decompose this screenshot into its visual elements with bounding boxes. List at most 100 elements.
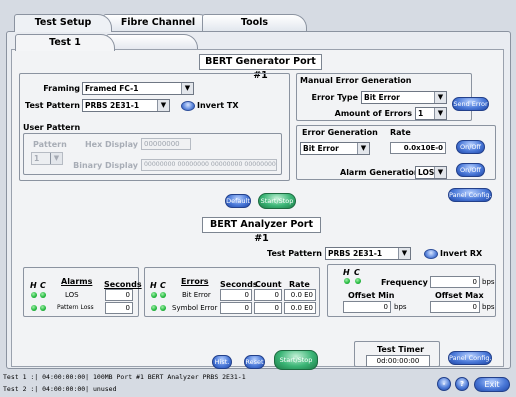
error-type-value: Bit Error	[364, 93, 400, 102]
alarm-row-label: LOS	[65, 291, 79, 299]
alarm-row-label: Pattern Loss	[57, 304, 94, 311]
invert-rx-toggle-icon[interactable]	[424, 249, 438, 259]
alarms-title: Alarms	[61, 277, 93, 286]
test-pattern-label: Test Pattern	[25, 101, 80, 110]
analyzer-panel-config-button[interactable]: Panel Config.	[448, 351, 492, 365]
tab-label: Tools	[240, 17, 269, 28]
hist-button[interactable]: Hist.	[212, 355, 232, 369]
symbol-error-seconds-field: 0	[220, 302, 252, 314]
tx-pattern-select[interactable]: PRBS 2E31-1 ▼	[82, 99, 170, 112]
tab-test-setup[interactable]: Test Setup	[14, 14, 112, 32]
generator-panel-config-button[interactable]: Panel Config.	[448, 188, 492, 202]
chevron-down-icon: ▼	[157, 100, 169, 111]
rate-title: Rate	[390, 128, 411, 137]
hex-display-label: Hex Display	[84, 140, 138, 149]
bit-error-rate-field: 0.0 E0	[284, 289, 316, 301]
errors-seconds-title: Seconds	[220, 280, 258, 289]
alarms-c-label: C	[40, 281, 46, 290]
tab-label: Test Setup	[34, 17, 92, 28]
amount-of-errors-label: Amount of Errors	[334, 109, 412, 118]
los-current-led	[40, 292, 46, 298]
error-gen-type-value: Bit Error	[303, 144, 339, 153]
invert-tx-label: Invert TX	[197, 101, 239, 110]
reset-button[interactable]: Reset	[244, 355, 265, 369]
tab-label: Fibre Channel	[120, 17, 196, 28]
amount-of-errors-select[interactable]: 1 ▼	[415, 107, 447, 120]
pattern-loss-history-led	[31, 305, 37, 311]
analyzer-header: BERT Analyzer Port #1	[202, 217, 321, 244]
hex-display-field[interactable]: 00000000	[141, 138, 191, 150]
tx-pattern-value: PRBS 2E31-1	[85, 101, 140, 110]
rx-test-pattern-label: Test Pattern	[267, 249, 322, 258]
binary-display-label: Binary Display	[73, 161, 138, 170]
frequency-field: 0	[430, 276, 480, 288]
los-history-led	[31, 292, 37, 298]
framing-value: Framed FC-1	[85, 84, 139, 93]
chevron-down-icon: ▼	[434, 167, 446, 178]
status-line-test-1: Test 1 :| 04:00:00:00| 100MB Port #1 BER…	[3, 373, 246, 381]
symbol-error-history-led	[151, 305, 157, 311]
error-generation-title: Error Generation	[302, 128, 378, 137]
bit-error-seconds-field: 0	[220, 289, 252, 301]
minimize-button[interactable]: -	[437, 377, 451, 391]
errors-rate-title: Rate	[289, 280, 310, 289]
alarm-gen-onoff-button[interactable]: On/Off	[456, 163, 485, 177]
alarms-h-label: H	[30, 281, 37, 290]
analyzer-start-stop-button[interactable]: Start/Stop	[274, 350, 318, 370]
errors-count-title: Count	[255, 280, 282, 289]
bit-error-history-led	[151, 292, 157, 298]
rx-pattern-value: PRBS 2E31-1	[328, 249, 383, 258]
error-gen-type-select[interactable]: Bit Error ▼	[300, 142, 370, 155]
user-pattern-value: 1	[34, 154, 40, 163]
manual-error-title: Manual Error Generation	[300, 76, 412, 85]
symbol-error-current-led	[160, 305, 166, 311]
error-rate-field[interactable]: 0.0x10E-0	[390, 142, 446, 154]
errors-c-label: C	[160, 281, 166, 290]
tab-test-1[interactable]: Test 1	[15, 34, 115, 51]
generator-header: BERT Generator Port #1	[199, 54, 322, 81]
help-button[interactable]: ?	[455, 377, 469, 391]
chevron-down-icon: ▼	[181, 83, 193, 94]
frequency-unit: bps	[482, 278, 495, 286]
alarms-seconds-title: Seconds	[104, 280, 142, 289]
errors-title: Errors	[181, 277, 209, 286]
chevron-down-icon: ▼	[434, 108, 446, 119]
tab-fibre-channel[interactable]: Fibre Channel	[103, 14, 213, 31]
offset-max-field: 0	[430, 301, 480, 313]
framing-select[interactable]: Framed FC-1 ▼	[82, 82, 194, 95]
symbol-error-count-field: 0	[254, 302, 282, 314]
binary-display-field[interactable]: 00000000 00000000 00000000 00000000	[141, 159, 277, 171]
bit-error-current-led	[160, 292, 166, 298]
pattern-loss-current-led	[40, 305, 46, 311]
pattern-loss-seconds-field: 0	[105, 302, 133, 314]
frequency-history-led	[344, 278, 350, 284]
alarm-generation-value: LOS	[418, 168, 435, 177]
frequency-current-led	[355, 278, 361, 284]
user-pattern-select[interactable]: 1 ▼	[31, 152, 63, 165]
generator-start-stop-button[interactable]: Start/Stop	[258, 193, 296, 209]
bit-error-count-field: 0	[254, 289, 282, 301]
errors-h-label: H	[150, 281, 157, 290]
send-error-button[interactable]: Send Error	[452, 97, 489, 111]
offset-min-field: 0	[343, 301, 391, 313]
rx-pattern-select[interactable]: PRBS 2E31-1 ▼	[325, 247, 411, 260]
frequency-label: Frequency	[381, 278, 428, 287]
alarm-generation-label: Alarm Generation	[340, 168, 420, 177]
frequency-c-label: C	[354, 268, 360, 277]
framing-label: Framing	[43, 84, 80, 93]
exit-button[interactable]: Exit	[474, 377, 510, 392]
generator-default-button[interactable]: Default	[225, 194, 251, 208]
chevron-down-icon: ▼	[434, 92, 446, 103]
error-type-label: Error Type	[311, 93, 358, 102]
invert-rx-label: Invert RX	[440, 249, 483, 258]
tab-test-2[interactable]	[106, 34, 198, 50]
invert-tx-toggle-icon[interactable]	[181, 101, 195, 111]
chevron-down-icon: ▼	[398, 248, 410, 259]
tab-tools[interactable]: Tools	[202, 14, 307, 31]
alarm-generation-select[interactable]: LOS ▼	[415, 166, 447, 179]
tab-label: Test 1	[49, 37, 81, 48]
error-type-select[interactable]: Bit Error ▼	[361, 91, 447, 104]
symbol-error-rate-field: 0.0 E0	[284, 302, 316, 314]
offset-max-unit: bps	[482, 303, 495, 311]
error-gen-onoff-button[interactable]: On/Off	[456, 140, 485, 154]
